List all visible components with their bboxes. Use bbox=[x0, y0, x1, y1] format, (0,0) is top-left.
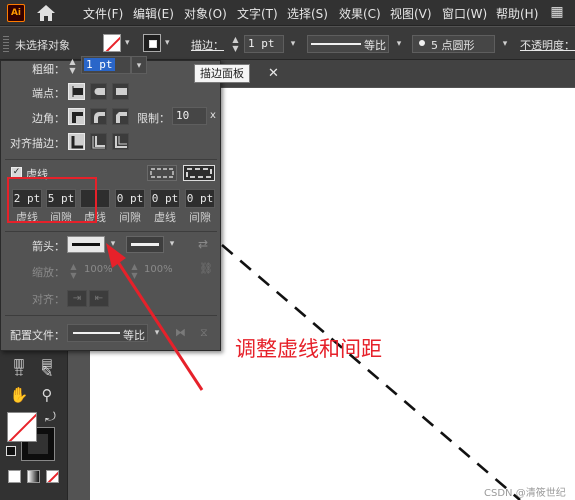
arrow-tip-beyond-button[interactable]: ⇥ bbox=[67, 290, 87, 307]
dash-3-input[interactable]: 0 pt bbox=[150, 189, 180, 208]
variable-width-profile-label: 等比 bbox=[364, 39, 386, 52]
align-outside-button[interactable] bbox=[112, 133, 129, 150]
profile-chevron-down-icon[interactable]: ▾ bbox=[149, 324, 165, 342]
gap-3-input[interactable]: 0 pt bbox=[185, 189, 215, 208]
fill-proxy-swatch[interactable] bbox=[7, 412, 37, 442]
home-icon[interactable] bbox=[36, 4, 56, 22]
limit-label: 限制： bbox=[137, 112, 170, 125]
projecting-cap-button[interactable] bbox=[112, 83, 129, 100]
align-inside-button[interactable] bbox=[90, 133, 107, 150]
swap-fill-stroke-icon[interactable]: ⤾ bbox=[45, 410, 56, 425]
opacity-link[interactable]: 不透明度： bbox=[520, 37, 575, 53]
menu-effect[interactable]: 效果(C) bbox=[339, 5, 381, 22]
divider bbox=[5, 159, 217, 160]
none-mode-icon[interactable] bbox=[46, 470, 59, 483]
preserve-dash-button[interactable] bbox=[147, 165, 177, 181]
round-brush-dot-icon bbox=[419, 40, 425, 46]
brush-chevron-down-icon[interactable]: ▾ bbox=[497, 35, 513, 53]
weight-spinner-icon[interactable]: ▲ ▼ bbox=[67, 57, 78, 75]
weight-label: 粗细： bbox=[32, 63, 65, 76]
dash-3-label: 虚线 bbox=[154, 211, 176, 224]
end-arrowhead-chevron-down-icon[interactable]: ▾ bbox=[164, 236, 180, 253]
crop-slice-tool-icon[interactable]: ⌗ bbox=[8, 361, 30, 383]
stroke-weight-spinner-icon[interactable]: ▲ ▼ bbox=[230, 35, 241, 53]
gap-3-label: 间隙 bbox=[189, 211, 211, 224]
uniform-profile-line-icon bbox=[73, 332, 120, 334]
align-arrow-label: 对齐： bbox=[32, 293, 65, 306]
butt-cap-button[interactable] bbox=[68, 83, 85, 100]
arrow-line-icon bbox=[72, 243, 100, 246]
scale-start-spinner-icon[interactable]: ▲ ▼ bbox=[68, 262, 79, 280]
profile-select[interactable]: 等比 bbox=[67, 324, 148, 342]
stroke-dropdown-chevron-icon[interactable]: ▾ bbox=[165, 38, 170, 48]
close-icon[interactable]: ✕ bbox=[268, 66, 279, 81]
workspace-switcher-icon[interactable]: ▦ bbox=[547, 2, 567, 22]
flip-across-icon[interactable]: ⧖ bbox=[200, 326, 208, 340]
scale-end-spinner-icon[interactable]: ▲ ▼ bbox=[129, 262, 140, 280]
menu-type[interactable]: 文字(T) bbox=[237, 5, 278, 22]
default-fill-stroke-icon[interactable] bbox=[6, 446, 16, 456]
zoom-icon[interactable]: ⚲ bbox=[36, 384, 58, 406]
swap-arrowheads-icon[interactable]: ⇄ bbox=[198, 237, 208, 251]
scale-label: 缩放： bbox=[32, 266, 65, 279]
link-scale-icon[interactable]: ⛓ bbox=[199, 262, 213, 275]
uniform-profile-line-icon bbox=[311, 43, 361, 45]
gap-2-input[interactable]: 0 pt bbox=[115, 189, 145, 208]
profile-chevron-down-icon[interactable]: ▾ bbox=[391, 35, 407, 53]
end-arrowhead-select[interactable] bbox=[126, 236, 164, 253]
annotation-text: 调整虚线和间距 bbox=[235, 337, 382, 361]
stroke-weight-input[interactable]: 1 pt bbox=[244, 35, 284, 53]
menu-help[interactable]: 帮助(H) bbox=[496, 5, 538, 22]
menu-object[interactable]: 对象(O) bbox=[184, 5, 227, 22]
brush-definition-label: 5 点圆形 bbox=[431, 39, 475, 52]
menu-view[interactable]: 视图(V) bbox=[390, 5, 432, 22]
control-bar-grip-icon[interactable] bbox=[3, 36, 9, 52]
limit-unit: x bbox=[210, 110, 216, 121]
start-arrowhead-chevron-down-icon[interactable]: ▾ bbox=[105, 236, 121, 253]
arrow-line-icon bbox=[131, 243, 159, 246]
stroke-color-swatch[interactable] bbox=[143, 34, 161, 52]
highlight-box bbox=[7, 177, 97, 223]
arrow-tip-at-end-button[interactable]: ⇤ bbox=[89, 290, 109, 307]
weight-chevron-down-icon[interactable]: ▾ bbox=[131, 56, 147, 74]
stroke-panel-tooltip: 描边面板 bbox=[194, 64, 250, 83]
fill-dropdown-chevron-icon[interactable]: ▾ bbox=[125, 38, 130, 48]
color-mode-icon[interactable] bbox=[8, 470, 21, 483]
align-stroke-label: 对齐描边： bbox=[10, 137, 65, 150]
selection-status: 未选择对象 bbox=[15, 39, 70, 52]
gradient-mode-icon[interactable] bbox=[27, 470, 40, 483]
gap-2-label: 间隙 bbox=[119, 211, 141, 224]
scale-end-value[interactable]: 100% bbox=[144, 264, 173, 275]
watermark: CSDN @清筱世纪 bbox=[484, 488, 566, 499]
miter-limit-input[interactable]: 10 bbox=[172, 107, 207, 125]
menu-window[interactable]: 窗口(W) bbox=[442, 5, 487, 22]
profile-label: 配置文件： bbox=[10, 329, 65, 342]
fill-color-swatch[interactable] bbox=[103, 34, 121, 52]
bevel-join-button[interactable] bbox=[112, 108, 129, 125]
illustrator-logo-icon: Ai bbox=[7, 4, 25, 22]
align-center-button[interactable] bbox=[68, 133, 85, 150]
divider bbox=[5, 315, 217, 316]
eyedropper-icon[interactable]: ✎ bbox=[36, 361, 58, 383]
corner-label: 边角： bbox=[32, 112, 65, 125]
profile-value: 等比 bbox=[123, 329, 145, 342]
weight-input[interactable]: 1 pt bbox=[81, 56, 131, 74]
stroke-weight-chevron-down-icon[interactable]: ▾ bbox=[285, 35, 301, 53]
menu-edit[interactable]: 编辑(E) bbox=[133, 5, 174, 22]
flip-along-icon[interactable]: ⧓ bbox=[175, 326, 186, 339]
cap-label: 端点： bbox=[32, 87, 65, 100]
align-dash-corners-button[interactable] bbox=[183, 165, 215, 181]
menu-file[interactable]: 文件(F) bbox=[83, 5, 123, 22]
weight-value: 1 pt bbox=[84, 58, 115, 71]
round-join-button[interactable] bbox=[90, 108, 107, 125]
arrowheads-label: 箭头： bbox=[32, 240, 65, 253]
miter-join-button[interactable] bbox=[68, 108, 85, 125]
stroke-panel-link[interactable]: 描边： bbox=[191, 37, 224, 53]
menu-select[interactable]: 选择(S) bbox=[287, 5, 328, 22]
start-arrowhead-select[interactable] bbox=[67, 236, 105, 253]
hand-icon[interactable]: ✋ bbox=[8, 384, 30, 406]
round-cap-button[interactable] bbox=[90, 83, 107, 100]
scale-start-value[interactable]: 100% bbox=[84, 264, 113, 275]
divider bbox=[5, 231, 217, 232]
